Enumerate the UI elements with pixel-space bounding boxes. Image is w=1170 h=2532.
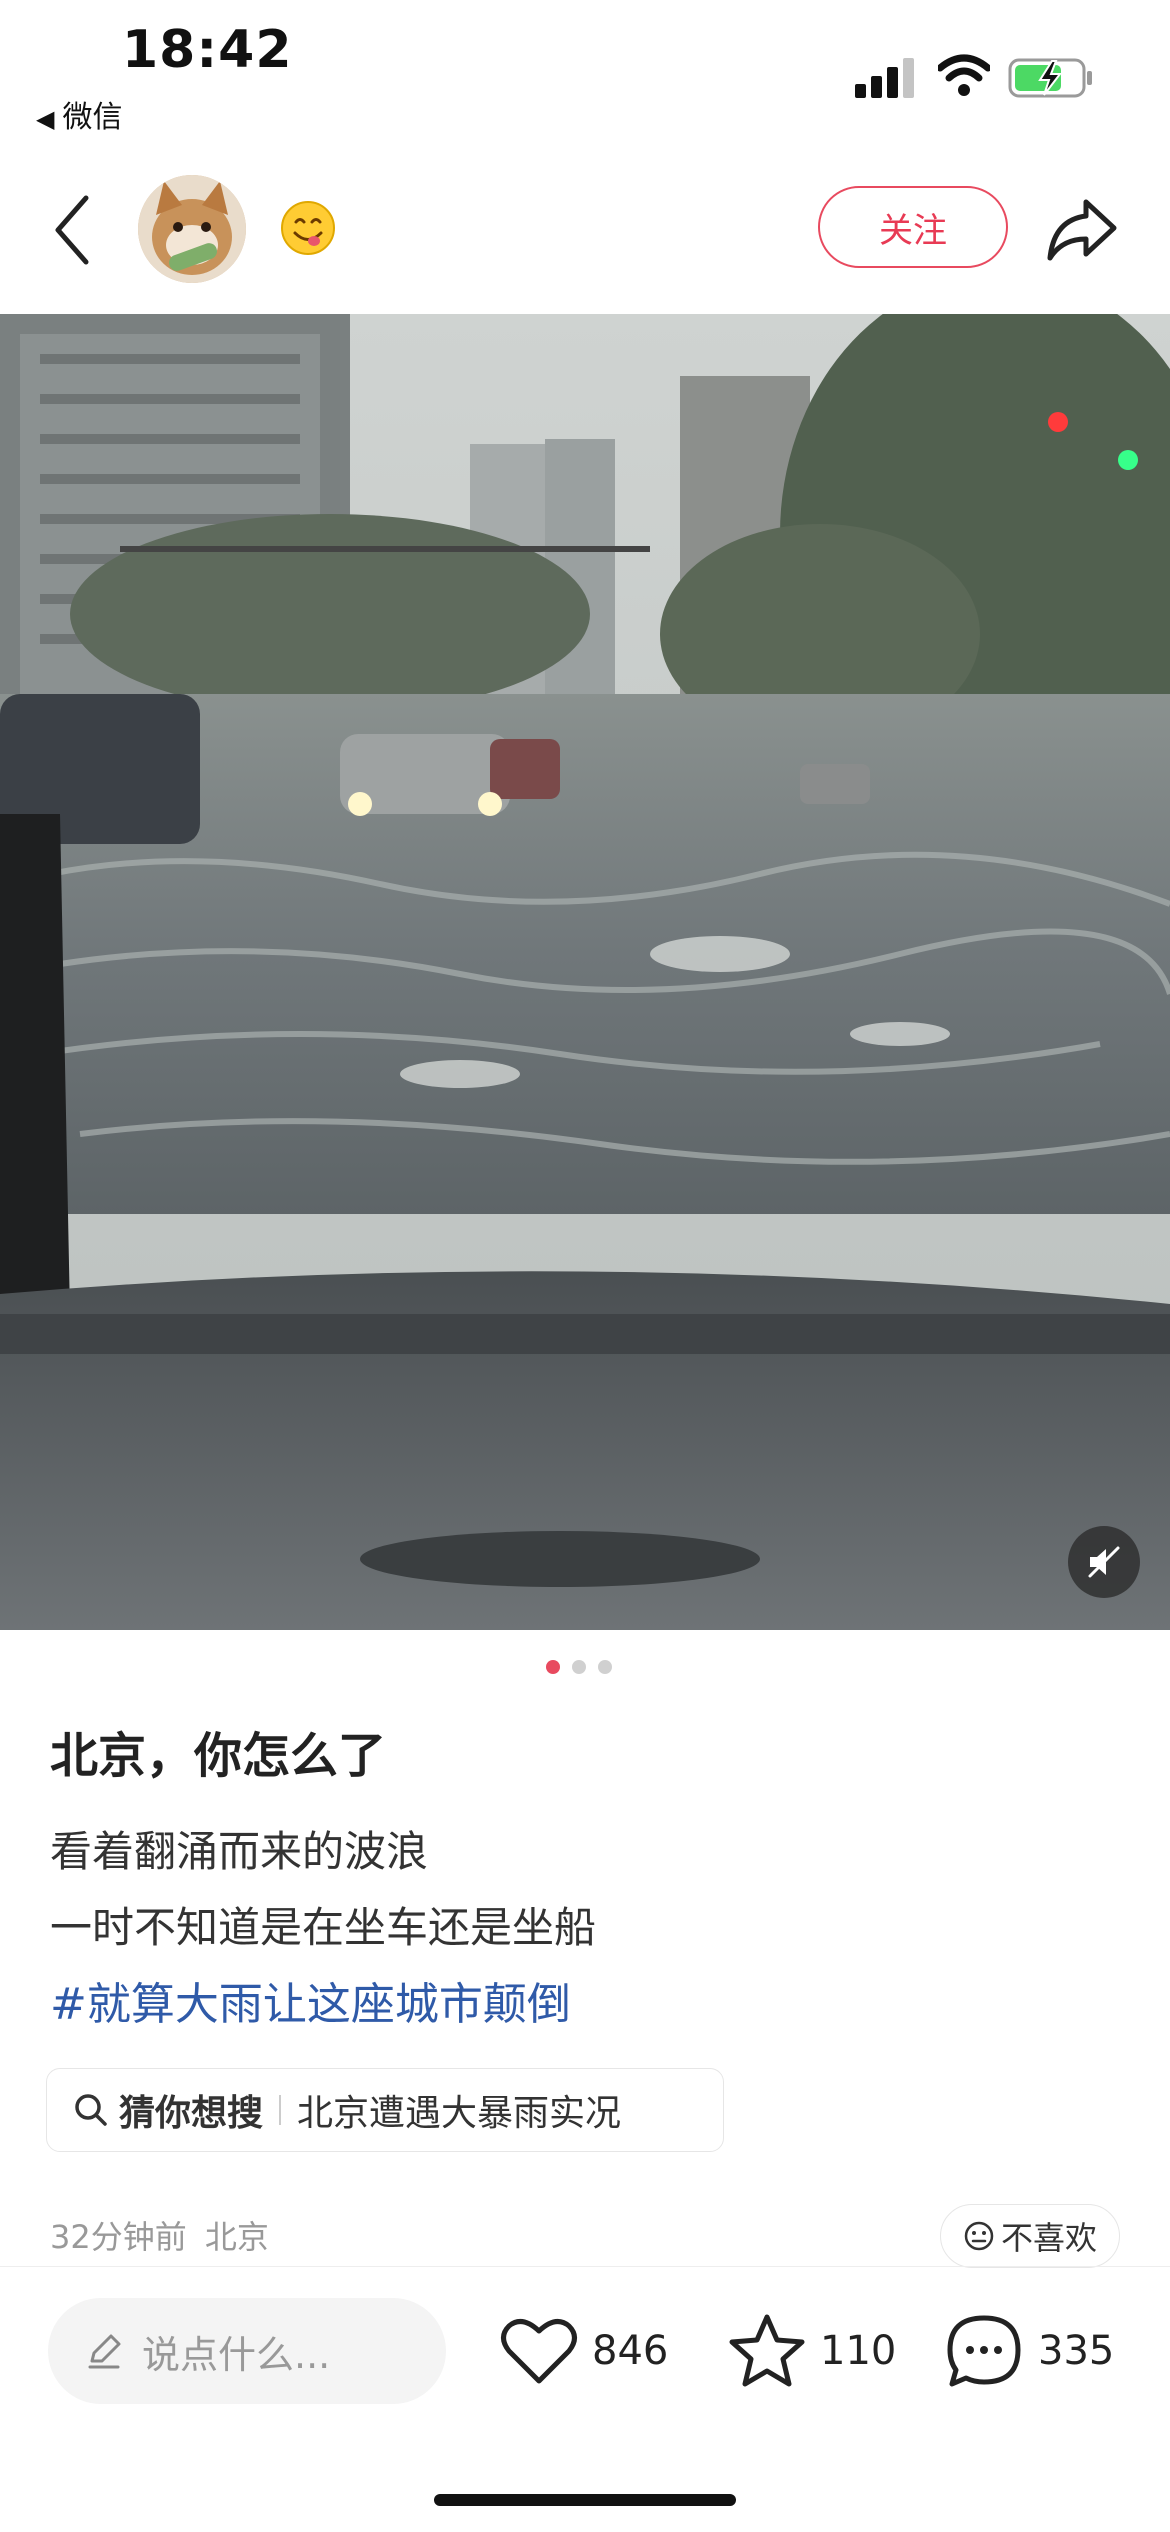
post-time: 32分钟前: [50, 2218, 187, 2256]
dislike-button[interactable]: 不喜欢: [940, 2204, 1120, 2268]
pagination-dot: [598, 1660, 612, 1674]
suggested-search[interactable]: 猜你想搜 北京遭遇大暴雨实况: [46, 2068, 724, 2152]
pencil-icon: [88, 2334, 121, 2369]
wifi-icon: [938, 54, 990, 96]
post-body-line: 看着翻涌而来的波浪: [50, 1827, 429, 1876]
cat-avatar-icon: [138, 175, 246, 283]
like-count: 846: [592, 2328, 669, 2374]
share-icon[interactable]: [1044, 194, 1120, 264]
follow-button[interactable]: 关注: [818, 186, 1008, 268]
comment-input[interactable]: 说点什么...: [48, 2298, 446, 2404]
avatar[interactable]: [138, 175, 246, 283]
post-location: 北京: [204, 2218, 269, 2256]
dislike-label: 不喜欢: [1000, 2219, 1097, 2257]
back-button[interactable]: [48, 190, 98, 270]
signal-icon: [855, 58, 914, 98]
smiling-emoji-icon: [281, 201, 335, 255]
status-time: 18:42: [122, 20, 293, 80]
collect-button[interactable]: 110: [728, 2308, 896, 2394]
like-button[interactable]: 846: [500, 2308, 668, 2394]
neutral-face-icon: [964, 2221, 994, 2251]
post-body-line: 一时不知道是在坐车还是坐船: [50, 1903, 597, 1952]
mute-button[interactable]: [1068, 1526, 1140, 1598]
search-icon: [75, 2094, 107, 2126]
post-title: 北京，你怎么了: [50, 1728, 387, 1784]
star-icon: [729, 2314, 805, 2387]
image-pagination: [546, 1660, 612, 1674]
battery-charging-icon: [1008, 58, 1092, 98]
suggested-search-query: 北京遭遇大暴雨实况: [297, 2093, 622, 2134]
speaker-muted-icon: [1088, 1546, 1120, 1578]
bottom-divider: [0, 2266, 1170, 2267]
comment-placeholder: 说点什么...: [142, 2332, 331, 2377]
pagination-dot-active: [546, 1660, 560, 1674]
back-to-app-link[interactable]: ◀ 微信: [36, 92, 122, 136]
back-triangle-icon: ◀: [36, 105, 55, 133]
suggested-search-label: 猜你想搜: [119, 2093, 264, 2134]
heart-icon: [501, 2319, 577, 2384]
divider: [279, 2095, 282, 2125]
pagination-dot: [572, 1660, 586, 1674]
post-image[interactable]: [0, 314, 1170, 1630]
home-indicator[interactable]: [434, 2494, 736, 2506]
hashtag-link[interactable]: #就算大雨让这座城市颠倒: [50, 1968, 571, 2032]
flooded-street-photo: [0, 314, 1170, 1630]
comment-button[interactable]: 335: [944, 2308, 1114, 2394]
comment-bubble-icon: [947, 2315, 1021, 2387]
post-meta: 32分钟前 北京: [50, 2212, 269, 2258]
back-app-label: 微信: [62, 100, 123, 135]
comment-count: 335: [1038, 2328, 1115, 2374]
collect-count: 110: [820, 2328, 897, 2374]
